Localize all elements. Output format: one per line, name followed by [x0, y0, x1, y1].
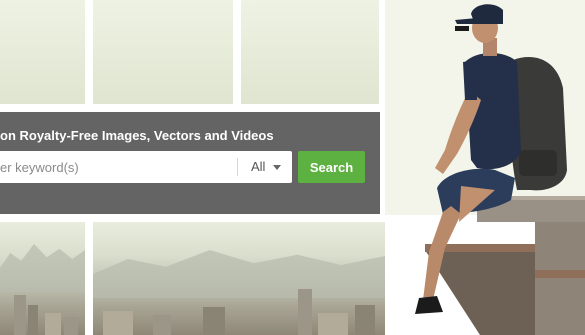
hero-headline: on Royalty-Free Images, Vectors and Vide… [0, 128, 274, 143]
search-button[interactable]: Search [298, 151, 365, 183]
collage-tile [0, 222, 85, 335]
media-type-select[interactable]: All [238, 151, 292, 183]
hero-collage: on Royalty-Free Images, Vectors and Vide… [0, 0, 585, 335]
hero-photo-person [385, 0, 585, 335]
collage-tile [241, 0, 379, 104]
search-input[interactable] [0, 151, 236, 183]
collage-tile [0, 0, 85, 104]
chevron-down-icon [273, 165, 281, 170]
collage-tile [93, 222, 385, 335]
search-box: All [0, 151, 292, 183]
collage-tile [93, 0, 233, 104]
media-type-label: All [251, 159, 266, 174]
